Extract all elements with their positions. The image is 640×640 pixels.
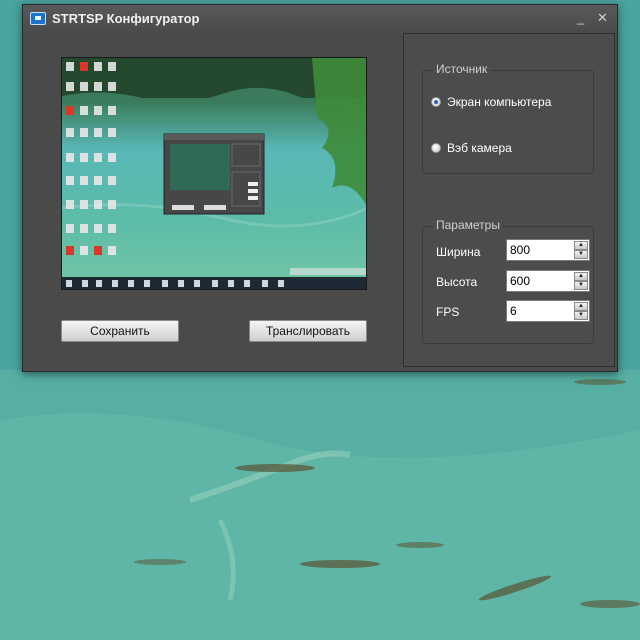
title-bar[interactable]: STRTSP Конфигуратор _ ✕ <box>23 5 617 33</box>
radio-webcam[interactable]: Вэб камера <box>431 141 512 155</box>
params-group-title: Параметры <box>433 218 503 232</box>
height-input[interactable] <box>507 271 576 291</box>
source-group: Источник Экран компьютера Вэб камера <box>422 62 594 174</box>
stream-button[interactable]: Транслировать <box>249 320 367 342</box>
window-title: STRTSP Конфигуратор <box>52 11 200 26</box>
spin-up-icon[interactable]: ▲ <box>574 302 588 311</box>
radio-screen[interactable]: Экран компьютера <box>431 95 551 109</box>
radio-screen-label[interactable]: Экран компьютера <box>447 95 551 109</box>
configurator-window: STRTSP Конфигуратор _ ✕ Сохранить Трансл… <box>22 4 618 372</box>
save-button[interactable]: Сохранить <box>61 320 179 342</box>
fps-input[interactable] <box>507 301 576 321</box>
params-group: Параметры Ширина ▲ ▼ Высота ▲ ▼ FPS <box>422 218 594 344</box>
spin-up-icon[interactable]: ▲ <box>574 241 588 250</box>
close-button[interactable]: ✕ <box>597 11 608 25</box>
width-spinbox[interactable]: ▲ ▼ <box>506 239 590 261</box>
settings-panel: Источник Экран компьютера Вэб камера Пар… <box>403 33 615 367</box>
minimize-button[interactable]: _ <box>577 11 584 25</box>
height-label: Высота <box>436 275 478 289</box>
height-spinbox[interactable]: ▲ ▼ <box>506 270 590 292</box>
fps-label: FPS <box>436 305 460 319</box>
spin-down-icon[interactable]: ▼ <box>574 311 588 320</box>
radio-button[interactable] <box>431 143 441 153</box>
width-label: Ширина <box>436 245 481 259</box>
source-group-title: Источник <box>433 62 491 76</box>
radio-button[interactable] <box>431 97 441 107</box>
screen-preview <box>61 57 367 290</box>
fps-spinbox[interactable]: ▲ ▼ <box>506 300 590 322</box>
spin-down-icon[interactable]: ▼ <box>574 281 588 290</box>
spin-down-icon[interactable]: ▼ <box>574 250 588 259</box>
width-input[interactable] <box>507 240 576 260</box>
spin-up-icon[interactable]: ▲ <box>574 272 588 281</box>
monitor-icon <box>30 12 46 25</box>
radio-webcam-label[interactable]: Вэб камера <box>447 141 512 155</box>
